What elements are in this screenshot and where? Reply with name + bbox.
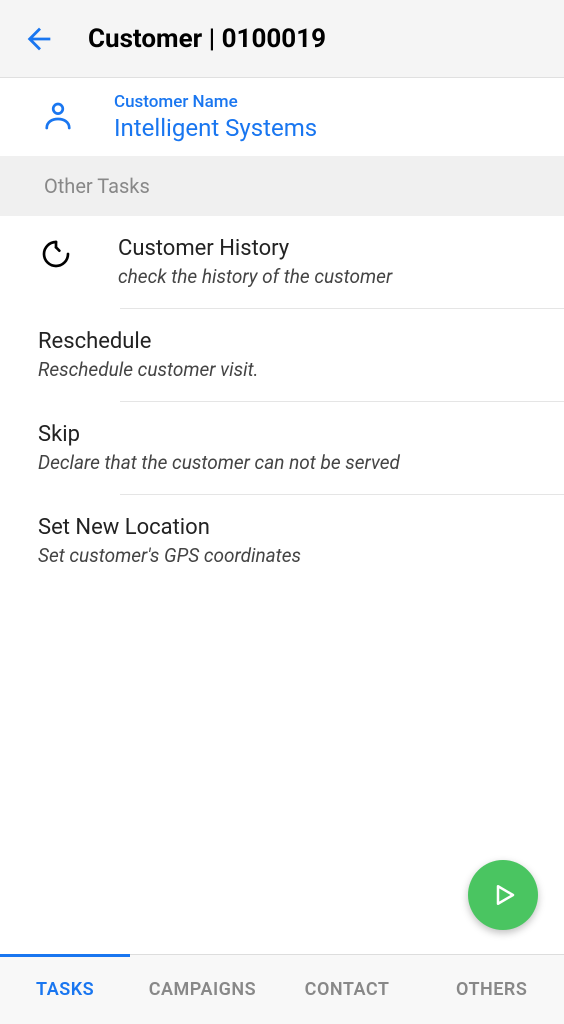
task-text: Skip Declare that the customer can not b… <box>38 422 400 474</box>
task-reschedule[interactable]: Reschedule Reschedule customer visit. <box>0 309 564 401</box>
task-desc: Declare that the customer can not be ser… <box>38 451 400 474</box>
app-header: Customer | 0100019 <box>0 0 564 78</box>
customer-name-value: Intelligent Systems <box>114 114 317 142</box>
customer-summary[interactable]: Customer Name Intelligent Systems <box>0 78 564 156</box>
history-icon <box>40 238 72 270</box>
tab-tasks[interactable]: TASKS <box>0 955 130 1024</box>
task-text: Reschedule Reschedule customer visit. <box>38 329 258 381</box>
task-desc: Reschedule customer visit. <box>38 358 258 381</box>
task-text: Customer History check the history of th… <box>118 236 392 288</box>
tab-campaigns[interactable]: CAMPAIGNS <box>130 955 275 1024</box>
task-title: Set New Location <box>38 515 301 540</box>
task-skip[interactable]: Skip Declare that the customer can not b… <box>0 402 564 494</box>
task-text: Set New Location Set customer's GPS coor… <box>38 515 301 567</box>
task-set-location[interactable]: Set New Location Set customer's GPS coor… <box>0 495 564 587</box>
page-title: Customer | 0100019 <box>88 24 326 54</box>
customer-name-label: Customer Name <box>114 92 317 112</box>
task-desc: check the history of the customer <box>118 265 392 288</box>
task-title: Reschedule <box>38 329 258 354</box>
task-title: Skip <box>38 422 400 447</box>
bottom-nav: TASKS CAMPAIGNS CONTACT OTHERS <box>0 954 564 1024</box>
section-header-other-tasks: Other Tasks <box>0 156 564 216</box>
task-desc: Set customer's GPS coordinates <box>38 544 301 567</box>
task-list: Customer History check the history of th… <box>0 216 564 587</box>
tab-others[interactable]: OTHERS <box>419 955 564 1024</box>
customer-info: Customer Name Intelligent Systems <box>114 92 317 142</box>
tab-contact[interactable]: CONTACT <box>275 955 420 1024</box>
task-title: Customer History <box>118 236 392 261</box>
task-customer-history[interactable]: Customer History check the history of th… <box>0 216 564 308</box>
play-fab-button[interactable] <box>468 860 538 930</box>
back-button[interactable] <box>22 22 56 56</box>
person-icon <box>40 98 76 134</box>
